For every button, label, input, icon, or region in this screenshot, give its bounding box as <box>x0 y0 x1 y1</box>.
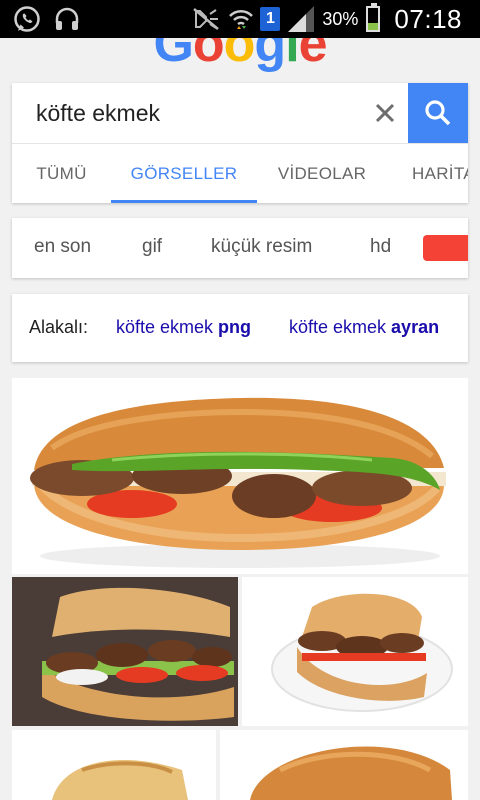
filter-chip-color-red[interactable] <box>423 235 468 261</box>
filter-chip-small[interactable]: küçük resim <box>211 218 312 278</box>
related-link-bold: png <box>218 317 252 337</box>
related-label: Alakalı: <box>29 317 89 337</box>
filter-chip-hd[interactable]: hd <box>370 218 391 278</box>
status-bar: 1 30% 07:18 <box>0 0 480 38</box>
sim-badge: 1 <box>260 7 281 31</box>
headphones-icon <box>55 7 79 30</box>
related-link-text: köfte ekmek <box>116 317 219 337</box>
filter-chip-recent[interactable]: en son <box>34 218 91 278</box>
tab-maps[interactable]: HARİTA <box>412 144 468 203</box>
image-result[interactable] <box>12 378 468 574</box>
signal-icon <box>288 6 315 32</box>
related-searches: Alakalı: köfte ekmek png köfte ekmek ayr… <box>12 294 468 362</box>
battery-icon <box>366 3 381 32</box>
whatsapp-icon <box>14 6 40 32</box>
notification-icons <box>12 4 82 34</box>
clock: 07:18 <box>394 3 462 34</box>
sandwich-image <box>271 593 453 712</box>
system-icons: 1 30% 07:18 <box>192 0 462 38</box>
related-link-text: köfte ekmek <box>289 317 392 337</box>
image-result[interactable] <box>12 577 238 726</box>
search-input[interactable]: köfte ekmek <box>36 83 160 143</box>
close-icon <box>375 103 395 123</box>
tab-all[interactable]: TÜMÜ <box>12 144 111 203</box>
filter-bar: en son gif küçük resim hd <box>12 218 468 278</box>
battery-percent: 30% <box>322 8 359 29</box>
mute-icon <box>193 8 220 30</box>
image-result[interactable] <box>220 730 468 800</box>
sandwich-image <box>52 760 188 800</box>
related-link-bold: ayran <box>391 317 440 337</box>
sandwich-image <box>250 746 452 800</box>
search-icon <box>425 100 451 126</box>
wifi-icon <box>229 9 254 29</box>
filter-chip-gif[interactable]: gif <box>142 218 162 278</box>
search-bar: köfte ekmek <box>12 83 468 143</box>
tab-images[interactable]: GÖRSELLER <box>111 144 257 203</box>
search-button[interactable] <box>408 83 468 143</box>
sandwich-image <box>30 397 446 568</box>
related-link-ayran[interactable]: köfte ekmek ayran <box>289 294 439 362</box>
search-tabs: TÜMÜ GÖRSELLER VİDEOLAR HARİTA <box>12 143 468 203</box>
related-link-png[interactable]: köfte ekmek png <box>116 294 251 362</box>
search-card: köfte ekmek TÜMÜ GÖRSELLER VİDEOLAR HARİ… <box>12 83 468 203</box>
sandwich-image <box>12 577 238 726</box>
active-tab-indicator <box>111 200 257 203</box>
image-result[interactable] <box>242 577 468 726</box>
clear-search-button[interactable] <box>360 83 410 143</box>
image-result[interactable] <box>12 730 216 800</box>
battery-level <box>368 23 379 30</box>
tab-videos[interactable]: VİDEOLAR <box>257 144 387 203</box>
